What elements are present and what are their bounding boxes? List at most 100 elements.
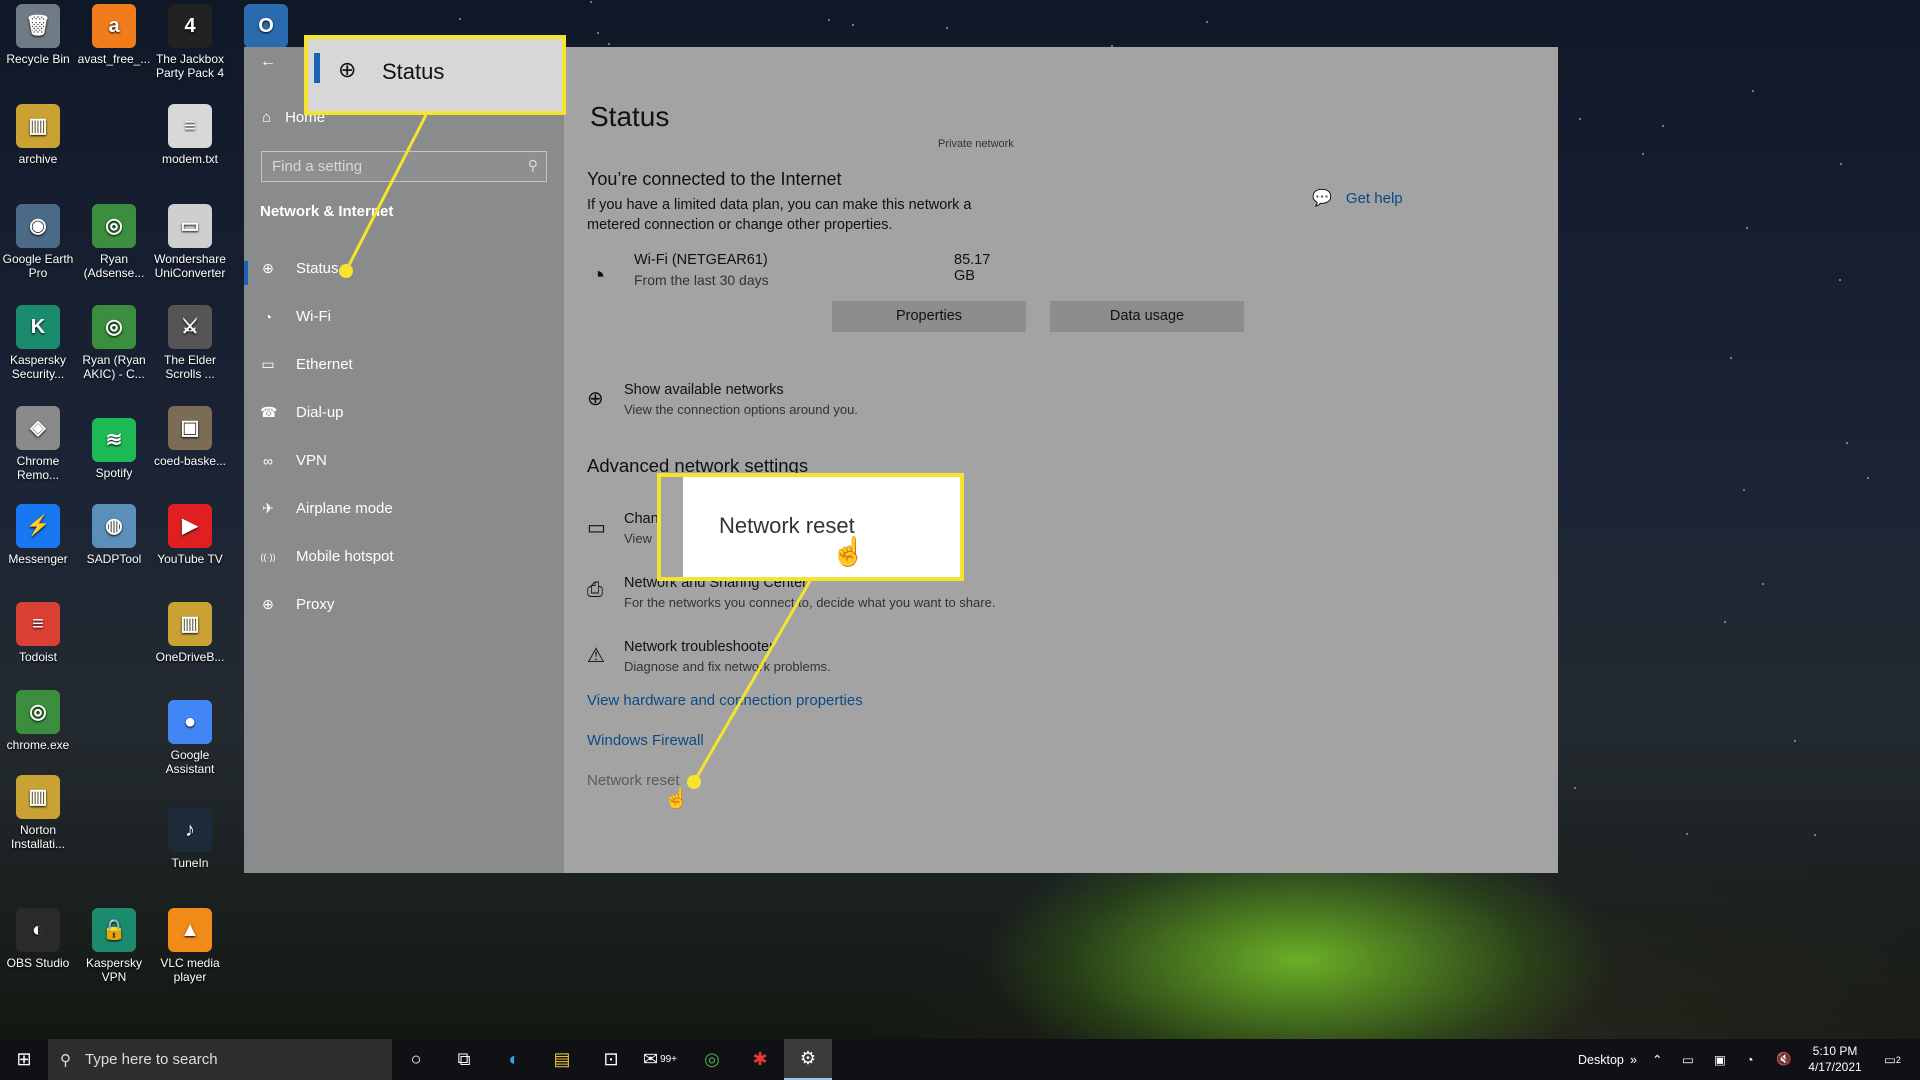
desktop-icon-24[interactable]: ◐ OBS Studio	[0, 908, 76, 970]
star	[1746, 227, 1749, 230]
view-hardware-link[interactable]: View hardware and connection properties	[587, 692, 863, 709]
star	[1813, 834, 1816, 837]
desktop-icon-0[interactable]: 🗑 Recycle Bin	[0, 4, 76, 66]
desktop-icon-label: archive	[18, 152, 58, 166]
desktop-icon-4[interactable]: ▥ archive	[0, 104, 76, 166]
sidebar-item-mobile-hotspot[interactable]: ((·)) Mobile hotspot	[260, 548, 394, 565]
device-icon[interactable]: ▣	[1714, 1039, 1726, 1080]
desktop-icon-11[interactable]: ⚔ The Elder Scrolls ...	[152, 305, 228, 381]
wifi-tray-icon[interactable]: ◔	[1746, 1039, 1754, 1080]
show-networks-title: Show available networks	[624, 382, 784, 398]
desktop-icon-label: Google Assistant	[165, 748, 215, 776]
desktop-icon-9[interactable]: K Kaspersky Security...	[0, 305, 76, 381]
get-help-link[interactable]: 💬 Get help	[1312, 188, 1403, 208]
star	[1866, 477, 1869, 480]
app-icon: ▶	[168, 504, 212, 548]
globe-icon: ⊕	[587, 388, 604, 410]
properties-button[interactable]: Properties	[832, 301, 1026, 332]
desktop-icon-20[interactable]: ◎ chrome.exe	[0, 690, 76, 752]
clock-time: 5:10 PM	[1812, 1044, 1858, 1058]
desktop-toolbar-label[interactable]: Desktop	[1578, 1039, 1624, 1080]
desktop-icon-7[interactable]: ◎ Ryan (Adsense...	[76, 204, 152, 280]
notification-center-icon[interactable]: ▭ 2	[1884, 1039, 1901, 1080]
app-icon: 🗑	[16, 4, 60, 48]
chevron-right-icon[interactable]: »	[1630, 1039, 1637, 1080]
desktop-icon-26[interactable]: ▲ VLC media player	[152, 908, 228, 984]
search-icon: ⚲	[60, 1051, 71, 1069]
desktop-icon-label: The Elder Scrolls ...	[163, 353, 217, 381]
desktop-icon-17[interactable]: ▶ YouTube TV	[152, 504, 228, 566]
app-icon: ≡	[16, 602, 60, 646]
sidebar-item-dial-up[interactable]: ☎ Dial-up	[260, 404, 344, 421]
desktop-icon-23[interactable]: ♪ TuneIn	[152, 808, 228, 870]
app-icon: ◎	[92, 204, 136, 248]
desktop-icon-13[interactable]: ≋ Spotify	[76, 418, 152, 480]
desktop-icon-6[interactable]: ◉ Google Earth Pro	[0, 204, 76, 280]
sidebar-item-vpn[interactable]: ∞ VPN	[260, 452, 327, 469]
chrome-icon[interactable]: ◎	[688, 1039, 736, 1080]
desktop-icon-18[interactable]: ≡ Todoist	[0, 602, 76, 664]
chevron-up-icon[interactable]: ⌃	[1652, 1039, 1662, 1080]
app-icon: ◍	[92, 504, 136, 548]
file-explorer-icon[interactable]: ▤	[538, 1039, 586, 1080]
system-clock[interactable]: 5:10 PM 4/17/2021	[1800, 1043, 1870, 1075]
desktop-icon-22[interactable]: ▥ Norton Installati...	[0, 775, 76, 851]
volume-muted-icon[interactable]: 🔇	[1776, 1039, 1792, 1080]
back-arrow-icon[interactable]: ←	[260, 53, 276, 71]
windows-start-button[interactable]: ⊞	[0, 1039, 48, 1080]
desktop-icon-label: Kaspersky VPN	[85, 956, 143, 984]
troubleshooter-desc: Diagnose and fix network problems.	[624, 659, 831, 674]
desktop-icon-2[interactable]: 4 The Jackbox Party Pack 4	[152, 4, 228, 80]
usage-period: From the last 30 days	[634, 272, 769, 288]
mail-icon[interactable]: ✉ 99+	[636, 1039, 684, 1080]
network-usage-row: ◔ Wi-Fi (NETGEAR61) From the last 30 day…	[590, 252, 1010, 296]
desktop-icon-21[interactable]: ● Google Assistant	[152, 700, 228, 776]
taskbar-search-box[interactable]: ⚲ Type here to search	[48, 1039, 392, 1080]
desktop-icon-8[interactable]: ▭ Wondershare UniConverter	[152, 204, 228, 280]
app-icon[interactable]: ✱	[736, 1039, 784, 1080]
sidebar-item-ethernet[interactable]: ▭ Ethernet	[260, 356, 352, 373]
desktop-icon-10[interactable]: ◎ Ryan (Ryan AKIC) - C...	[76, 305, 152, 381]
app-icon: ▲	[168, 908, 212, 952]
data-usage-button[interactable]: Data usage	[1050, 301, 1244, 332]
desktop-icon-1[interactable]: a avast_free_...	[76, 4, 152, 66]
sidebar-item-label: VPN	[296, 452, 327, 469]
connected-description: If you have a limited data plan, you can…	[587, 197, 972, 233]
desktop-icon-5[interactable]: ≡ modem.txt	[152, 104, 228, 166]
taskbar-search-placeholder: Type here to search	[85, 1051, 218, 1068]
store-icon[interactable]: ⊡	[587, 1039, 635, 1080]
desktop-icon-label: Messenger	[8, 552, 68, 566]
desktop-icon-label: Norton Installati...	[10, 823, 66, 851]
star	[1729, 357, 1732, 360]
star	[1641, 153, 1644, 156]
settings-gear-icon[interactable]: ⚙	[784, 1039, 832, 1080]
app-icon: ▥	[16, 775, 60, 819]
wifi-signal-icon: ◔	[590, 260, 606, 290]
sidebar-item-wi-fi[interactable]: ◔ Wi-Fi	[260, 308, 331, 325]
desktop-icon-label: avast_free_...	[77, 52, 151, 66]
sidebar-item-status[interactable]: ⊕ Status	[260, 260, 339, 277]
find-setting-placeholder: Find a setting	[272, 158, 363, 175]
dialup-icon: ☎	[260, 404, 278, 420]
star	[1662, 125, 1665, 128]
sidebar-item-label: Status	[296, 260, 339, 277]
network-name: Wi-Fi (NETGEAR61)	[634, 252, 768, 268]
desktop-icon-12[interactable]: ◈ Chrome Remo...	[0, 406, 76, 482]
troubleshooter-title: Network troubleshooter	[624, 639, 774, 655]
desktop-icon-25[interactable]: 🔒 Kaspersky VPN	[76, 908, 152, 984]
task-view-icon[interactable]: ⧉	[440, 1039, 488, 1080]
star	[596, 32, 599, 35]
find-setting-input[interactable]: Find a setting ⚲	[261, 151, 547, 182]
desktop-icon-15[interactable]: ⚡ Messenger	[0, 504, 76, 566]
battery-icon[interactable]: ▭	[1682, 1039, 1694, 1080]
cortana-icon[interactable]: ○	[392, 1039, 440, 1080]
windows-firewall-link[interactable]: Windows Firewall	[587, 732, 704, 749]
sidebar-item-proxy[interactable]: ⊕ Proxy	[260, 596, 334, 613]
app-icon: ≡	[168, 104, 212, 148]
edge-icon[interactable]: ◐	[490, 1039, 538, 1080]
sidebar-item-airplane-mode[interactable]: ✈ Airplane mode	[260, 500, 393, 517]
desktop-icon-14[interactable]: ▣ coed-baske...	[152, 406, 228, 468]
change-adapter-title: Chan	[624, 511, 659, 527]
desktop-icon-16[interactable]: ◍ SADPTool	[76, 504, 152, 566]
desktop-icon-19[interactable]: ▥ OneDriveB...	[152, 602, 228, 664]
